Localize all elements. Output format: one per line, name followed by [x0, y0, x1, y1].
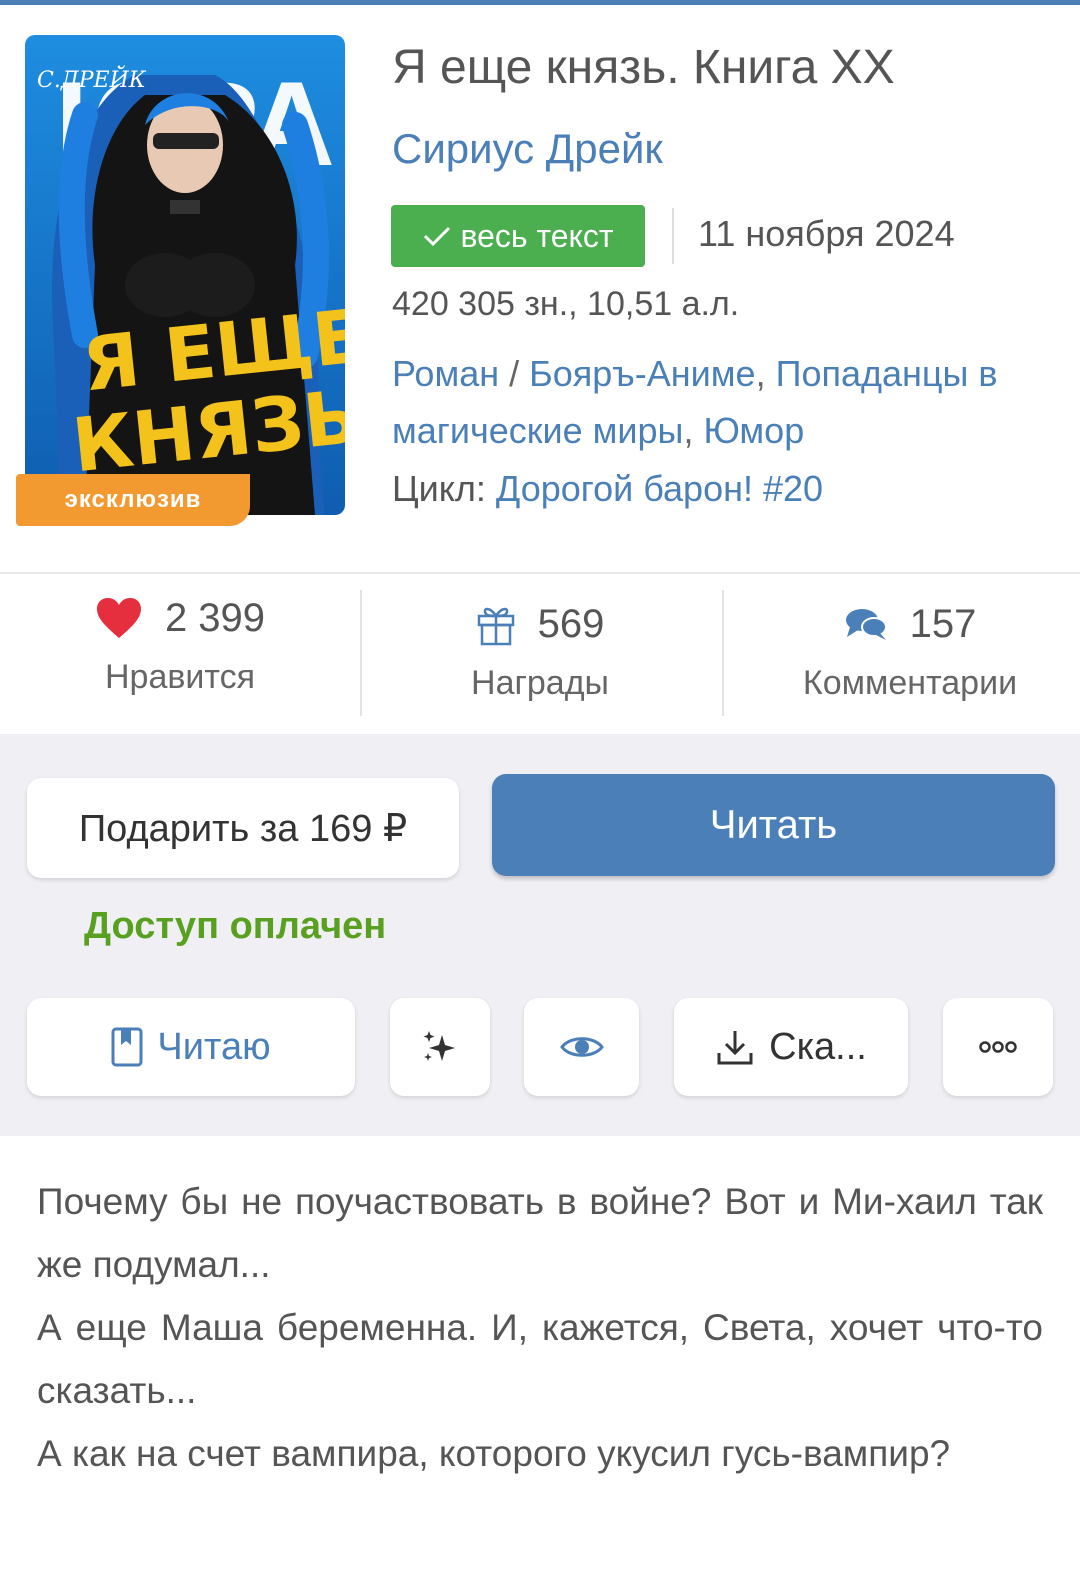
gift-button[interactable]: Подарить за 169 ₽: [27, 778, 459, 878]
book-annotation: Почему бы не поучаствовать в войне? Вот …: [37, 1170, 1043, 1485]
comments-icon: [845, 609, 887, 640]
more-icon: [979, 1041, 1017, 1053]
cycle-link[interactable]: Дорогой барон! #20: [496, 468, 823, 509]
publish-date: 11 ноября 2024: [698, 213, 955, 254]
top-accent-line: [0, 0, 1080, 5]
genre-comma: ,: [683, 410, 704, 451]
likes-count: 2 399: [164, 595, 266, 640]
full-text-label: весь текст: [460, 217, 614, 254]
genre-link-humor[interactable]: Юмор: [703, 410, 804, 451]
heart-icon: [96, 598, 141, 638]
likes-label: Нравится: [104, 658, 256, 696]
reading-button[interactable]: Читаю: [27, 998, 355, 1096]
genre-link-boyar[interactable]: Бояръ-Аниме: [529, 353, 755, 394]
download-icon: [717, 1031, 753, 1065]
genre-comma: ,: [755, 353, 776, 394]
download-label: Ска...: [769, 1025, 867, 1068]
awards-count: 569: [537, 601, 605, 646]
genre-link-roman[interactable]: Роман: [392, 353, 499, 394]
cover-signature: С.ДРЕЙК: [37, 65, 147, 93]
awards-stat[interactable]: 569 Награды: [385, 596, 695, 703]
comments-label: Комментарии: [802, 664, 1018, 702]
watch-button[interactable]: [524, 998, 639, 1096]
paid-status: Доступ оплачен: [84, 905, 387, 947]
cycle-label: Цикл:: [392, 468, 496, 509]
book-size: 420 305 зн., 10,51 а.л.: [392, 285, 740, 323]
full-text-badge: весь текст: [391, 205, 645, 267]
likes-stat[interactable]: 2 399 Нравится: [30, 590, 330, 697]
stat-divider: [360, 590, 362, 716]
cycle: Цикл: Дорогой барон! #20: [392, 468, 823, 510]
stats-divider: [0, 572, 1080, 574]
annotation-paragraph: Почему бы не поучаствовать в войне? Вот …: [37, 1181, 1043, 1285]
genres: Роман / Бояръ-Аниме, Попаданцы в магичес…: [392, 345, 1052, 459]
book-title: Я еще князь. Книга XX: [392, 41, 895, 94]
eye-icon: [559, 1037, 604, 1057]
read-button[interactable]: Читать: [492, 774, 1055, 876]
stat-divider: [722, 590, 724, 716]
reading-label: Читаю: [157, 1025, 271, 1068]
check-icon: [424, 226, 451, 247]
divider: [672, 208, 674, 264]
annotation-paragraph: А еще Маша беременна. И, кажется, Света,…: [37, 1307, 1043, 1411]
exclusive-badge: эксклюзив: [16, 474, 250, 526]
more-button[interactable]: [943, 998, 1053, 1096]
book-cover[interactable]: ЮРА С.ДРЕЙК Я ЕЩЕ КНЯЗЬ: [25, 35, 345, 515]
sparkle-icon: [423, 1031, 455, 1061]
comments-stat[interactable]: 157 Комментарии: [760, 596, 1060, 703]
bookmark-icon: [111, 1027, 143, 1067]
recommend-button[interactable]: [390, 998, 490, 1096]
download-button[interactable]: Ска...: [674, 998, 908, 1096]
author-link[interactable]: Сириус Дрейк: [392, 125, 663, 173]
genre-separator: /: [499, 353, 530, 394]
awards-label: Награды: [471, 664, 609, 702]
comments-count: 157: [909, 601, 977, 646]
gift-icon: [477, 607, 514, 646]
annotation-paragraph: А как на счет вампира, которого укусил г…: [37, 1433, 951, 1474]
